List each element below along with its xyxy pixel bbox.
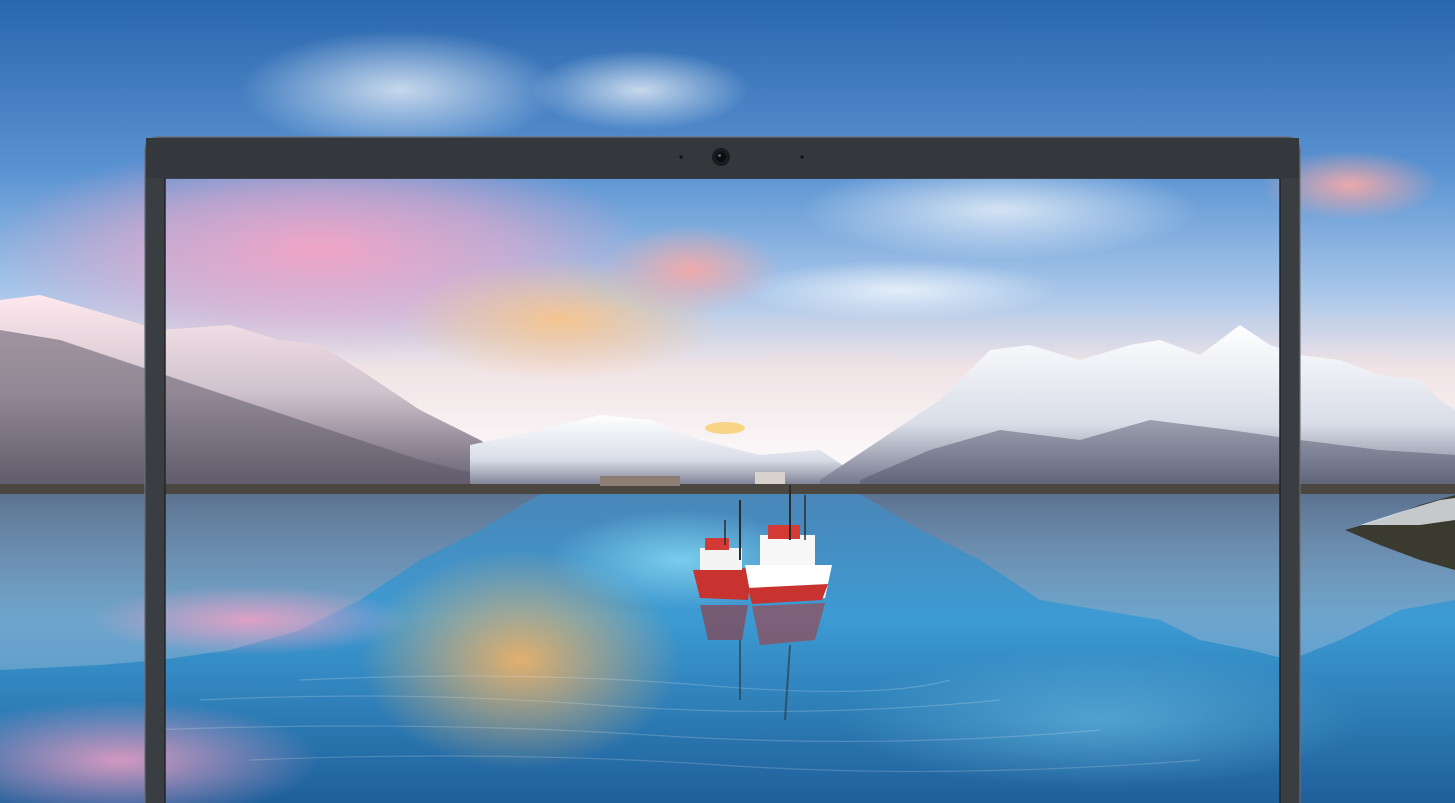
landscape-scene xyxy=(0,0,1455,803)
product-hero-image xyxy=(0,0,1455,803)
background-landscape xyxy=(0,0,1455,803)
webcam-icon xyxy=(712,148,730,166)
ambient-sensor-left xyxy=(679,155,683,159)
ambient-sensor-right xyxy=(800,155,804,159)
